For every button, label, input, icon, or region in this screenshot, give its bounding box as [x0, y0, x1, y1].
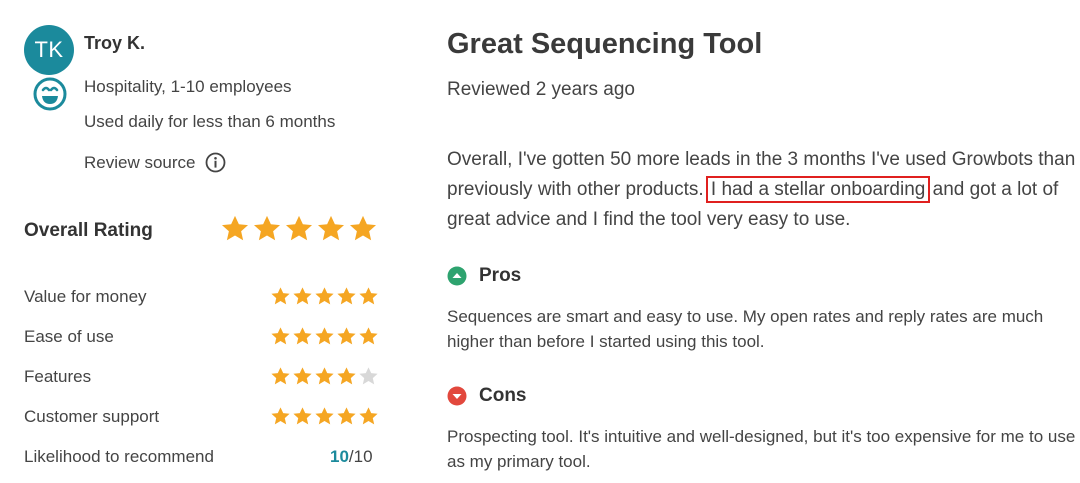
recommend-score: 10	[330, 447, 349, 466]
star-filled-icon	[337, 407, 356, 425]
overall-rating-label: Overall Rating	[24, 220, 153, 241]
cons-text: Prospecting tool. It's intuitive and wel…	[447, 427, 1076, 471]
chevron-down-icon	[447, 386, 467, 406]
features-stars	[270, 366, 379, 387]
overall-rating-stars	[220, 214, 378, 244]
star-filled-icon	[271, 287, 290, 305]
star-filled-icon	[271, 367, 290, 385]
reviewer-name: Troy K.	[84, 33, 146, 53]
customer-support-stars	[270, 406, 379, 427]
reviewer-usage: Used daily for less than 6 months	[84, 112, 336, 131]
star-filled-icon	[254, 215, 280, 241]
star-filled-icon	[337, 327, 356, 345]
reviewer-industry: Hospitality, 1-10 employees	[84, 77, 292, 96]
star-filled-icon	[315, 287, 334, 305]
star-filled-icon	[315, 407, 334, 425]
star-filled-icon	[337, 287, 356, 305]
star-filled-icon	[337, 367, 356, 385]
cons-label: Cons	[479, 385, 527, 406]
cons-heading: Cons	[447, 385, 527, 407]
recommend-max: /10	[348, 447, 373, 466]
pros-heading: Pros	[447, 265, 521, 287]
ease-of-use-stars	[270, 326, 379, 347]
review-title: Great Sequencing Tool	[447, 28, 763, 60]
smiley-icon	[33, 77, 67, 111]
reviewed-date: Reviewed 2 years ago	[447, 79, 635, 100]
star-filled-icon	[318, 215, 344, 241]
star-filled-icon	[286, 215, 312, 241]
star-filled-icon	[293, 407, 312, 425]
star-filled-icon	[350, 215, 376, 241]
star-filled-icon	[271, 407, 290, 425]
value-for-money-stars	[270, 286, 379, 307]
value-for-money-label: Value for money	[24, 287, 147, 306]
pros-text: Sequences are smart and easy to use. My …	[447, 307, 1044, 351]
highlighted-phrase: I had a stellar onboarding	[705, 176, 931, 203]
star-empty-icon	[359, 367, 378, 385]
features-label: Features	[24, 367, 92, 386]
info-icon[interactable]	[205, 152, 226, 173]
star-filled-icon	[293, 327, 312, 345]
chevron-up-icon	[447, 266, 467, 286]
ease-of-use-label: Ease of use	[24, 327, 114, 346]
star-filled-icon	[359, 407, 378, 425]
star-filled-icon	[222, 215, 248, 241]
customer-support-label: Customer support	[24, 407, 160, 426]
review-source-label: Review source	[84, 152, 196, 172]
likelihood-to-recommend-value: 10/10	[330, 447, 373, 467]
star-filled-icon	[293, 287, 312, 305]
star-filled-icon	[359, 287, 378, 305]
star-filled-icon	[359, 327, 378, 345]
avatar: TK	[24, 25, 74, 75]
pros-label: Pros	[479, 265, 522, 286]
likelihood-to-recommend-label: Likelihood to recommend	[24, 447, 214, 466]
review-body: Overall, I've gotten 50 more leads in th…	[447, 145, 1077, 235]
star-filled-icon	[315, 367, 334, 385]
star-filled-icon	[293, 367, 312, 385]
star-filled-icon	[271, 327, 290, 345]
review-source[interactable]: Review source	[84, 152, 226, 173]
star-filled-icon	[315, 327, 334, 345]
